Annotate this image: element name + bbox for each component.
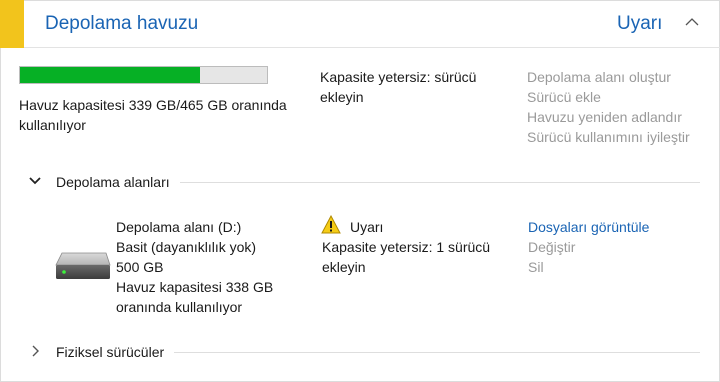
storage-spaces-section-header[interactable]: Depolama alanları [28,172,700,192]
chevron-right-icon[interactable] [28,344,42,358]
rename-pool-link[interactable]: Havuzu yeniden adlandır [527,107,690,127]
storage-space-details: Depolama alanı (D:) Basit (dayanıklılık … [116,217,316,317]
space-actions: Dosyaları görüntüle Değiştir Sil [528,217,649,277]
pool-usage-text: Havuz kapasitesi 339 GB/465 GB oranında … [19,97,287,133]
optimize-drive-usage-link[interactable]: Sürücü kullanımını iyileştir [527,127,690,147]
chevron-down-icon[interactable] [28,174,42,188]
header-divider [24,47,720,48]
capacity-warning-text: Kapasite yetersiz: sürücü ekleyin [320,69,477,105]
pool-status: Uyarı [617,13,663,34]
pool-usage-bar [19,66,268,84]
space-resiliency: Basit (dayanıklılık yok) [116,239,257,255]
hard-drive-icon [55,252,111,279]
view-files-link[interactable]: Dosyaları görüntüle [528,217,649,237]
pool-title: Depolama havuzu [45,13,199,34]
space-size: 500 GB [116,259,164,275]
space-pool-usage: Havuz kapasitesi 338 GB oranında kullanı… [116,279,274,315]
delete-link[interactable]: Sil [528,257,649,277]
space-status-detail: Kapasite yetersiz: 1 sürücü ekleyin [322,239,491,275]
warning-status-strip [0,0,24,48]
physical-drives-label: Fiziksel sürücüler [56,344,165,360]
section-divider [174,352,700,353]
physical-drives-section-header[interactable]: Fiziksel sürücüler [28,342,700,362]
space-name: Depolama alanı (D:) [116,219,242,235]
space-status: Uyarı [350,219,384,235]
section-divider [180,182,700,183]
pool-usage-fill [20,67,201,83]
chevron-up-icon[interactable] [684,14,700,30]
create-storage-space-link[interactable]: Depolama alanı oluştur [527,67,690,87]
change-link[interactable]: Değiştir [528,237,649,257]
add-drives-link[interactable]: Sürücü ekle [527,87,690,107]
storage-spaces-label: Depolama alanları [56,174,170,190]
pool-actions: Depolama alanı oluştur Sürücü ekle Havuz… [527,67,690,147]
warning-triangle-icon [321,215,341,234]
